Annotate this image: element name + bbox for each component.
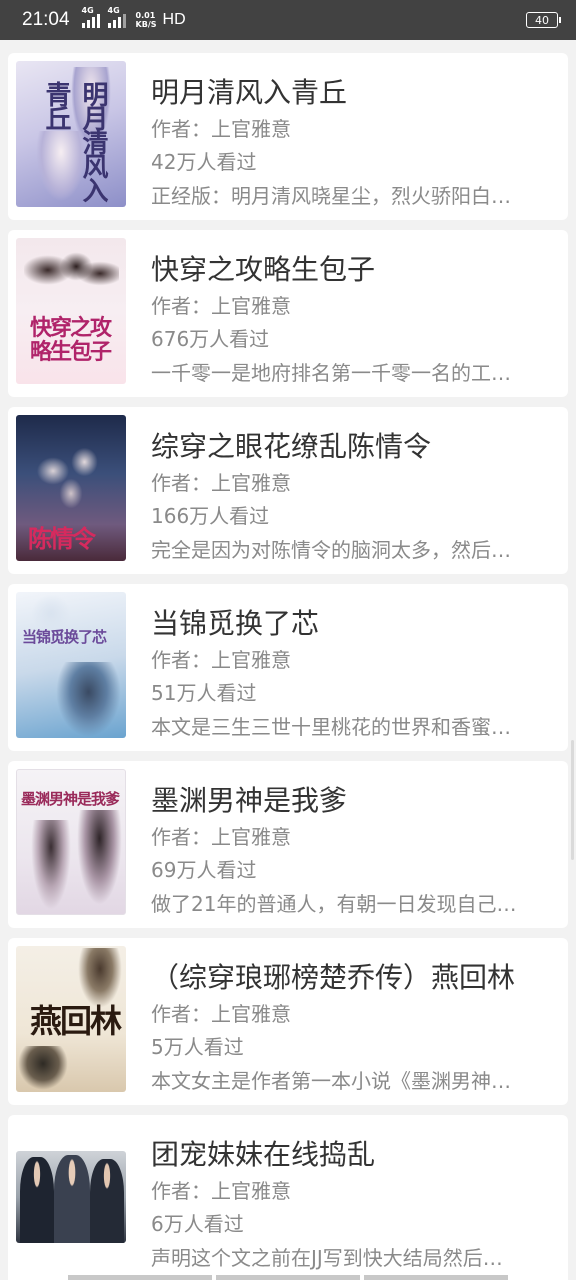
book-title: 团宠妹妹在线捣乱 <box>151 1138 376 1171</box>
book-title: 当锦觅换了芯 <box>151 607 320 640</box>
book-info: 快穿之攻略生包子 作者：上官雅意 676万人看过 一千零一是地府排名第一千零一名… <box>151 250 551 390</box>
book-description: 正经版：明月清风晓星尘，烈火骄阳白… <box>151 184 511 208</box>
battery-level: 40 <box>535 13 549 27</box>
book-card[interactable]: 明月清风入青丘 明月清风入青丘 作者：上官雅意 42万人看过 正经版：明月清风晓… <box>8 53 568 220</box>
network-type-2: 4G <box>107 6 120 15</box>
book-description: 做了21年的普通人，有朝一日发现自己… <box>151 892 517 916</box>
book-author: 作者：上官雅意 <box>151 471 291 495</box>
book-description: 完全是因为对陈情令的脑洞太多，然后… <box>151 538 511 562</box>
book-description: 一千零一是地府排名第一千零一名的工… <box>151 361 511 385</box>
book-card[interactable]: 团宠妹妹在线捣乱 作者：上官雅意 6万人看过 声明这个文之前在JJ写到快大结局然… <box>8 1115 568 1280</box>
book-views: 676万人看过 <box>151 327 270 351</box>
net-speed-unit: KB/S <box>135 20 157 29</box>
book-info: 墨渊男神是我爹 作者：上官雅意 69万人看过 做了21年的普通人，有朝一日发现自… <box>151 781 551 921</box>
book-views: 166万人看过 <box>151 504 270 528</box>
book-cover: 墨渊男神是我爹 <box>16 769 126 915</box>
book-cover: 当锦觅换了芯 <box>16 592 126 738</box>
book-info: 综穿之眼花缭乱陈情令 作者：上官雅意 166万人看过 完全是因为对陈情令的脑洞太… <box>151 427 551 567</box>
signal-2-icon: 4G <box>107 6 126 28</box>
book-card[interactable]: 陈情令 综穿之眼花缭乱陈情令 作者：上官雅意 166万人看过 完全是因为对陈情令… <box>8 407 568 574</box>
cover-title: 燕回林 <box>30 1002 122 1040</box>
book-description: 声明这个文之前在JJ写到快大结局然后… <box>151 1246 503 1270</box>
book-description: 本文是三生三世十里桃花的世界和香蜜… <box>151 715 511 739</box>
book-author: 作者：上官雅意 <box>151 294 291 318</box>
book-author: 作者：上官雅意 <box>151 1002 291 1026</box>
cover-title: 快穿之攻略生包子 <box>30 315 112 365</box>
book-title: 综穿之眼花缭乱陈情令 <box>151 430 432 463</box>
book-views: 5万人看过 <box>151 1035 244 1059</box>
book-description: 本文女主是作者第一本小说《墨渊男神… <box>151 1069 511 1093</box>
book-title: 明月清风入青丘 <box>151 76 348 109</box>
book-cover: 燕回林 <box>16 946 126 1092</box>
net-speed: 0.01 KB/S <box>136 11 157 29</box>
book-card[interactable]: 墨渊男神是我爹 墨渊男神是我爹 作者：上官雅意 69万人看过 做了21年的普通人… <box>8 761 568 928</box>
scrollbar[interactable] <box>571 740 574 860</box>
book-info: （综穿琅琊榜楚乔传）燕回林 作者：上官雅意 5万人看过 本文女主是作者第一本小说… <box>151 958 551 1098</box>
network-type-1: 4G <box>81 6 94 15</box>
book-cover: 陈情令 <box>16 415 126 561</box>
book-author: 作者：上官雅意 <box>151 825 291 849</box>
book-cover: 明月清风入青丘 <box>16 61 126 207</box>
book-cover <box>16 1151 126 1243</box>
book-card[interactable]: 燕回林 （综穿琅琊榜楚乔传）燕回林 作者：上官雅意 5万人看过 本文女主是作者第… <box>8 938 568 1105</box>
book-info: 明月清风入青丘 作者：上官雅意 42万人看过 正经版：明月清风晓星尘，烈火骄阳白… <box>151 73 551 213</box>
cover-title: 明月清风入青丘 <box>41 81 108 201</box>
battery-icon: 40 <box>526 12 561 28</box>
book-cover: 快穿之攻略生包子 <box>16 238 126 384</box>
bottom-tab-bar-edge <box>68 1275 508 1280</box>
book-info: 团宠妹妹在线捣乱 作者：上官雅意 6万人看过 声明这个文之前在JJ写到快大结局然… <box>151 1135 551 1275</box>
book-views: 42万人看过 <box>151 150 257 174</box>
net-speed-value: 0.01 <box>135 11 156 20</box>
book-card[interactable]: 快穿之攻略生包子 快穿之攻略生包子 作者：上官雅意 676万人看过 一千零一是地… <box>8 230 568 397</box>
book-author: 作者：上官雅意 <box>151 648 291 672</box>
book-title: （综穿琅琊榜楚乔传）燕回林 <box>151 961 516 994</box>
cover-title: 当锦觅换了芯 <box>22 628 107 646</box>
book-author: 作者：上官雅意 <box>151 117 291 141</box>
book-title: 快穿之攻略生包子 <box>151 253 376 286</box>
status-bar: 21:04 4G 4G 0.01 KB/S HD 40 <box>0 0 576 40</box>
signal-1-icon: 4G <box>81 6 100 28</box>
book-views: 51万人看过 <box>151 681 257 705</box>
book-title: 墨渊男神是我爹 <box>151 784 348 817</box>
hd-icon: HD <box>162 11 186 28</box>
cover-title: 墨渊男神是我爹 <box>21 790 120 808</box>
book-info: 当锦觅换了芯 作者：上官雅意 51万人看过 本文是三生三世十里桃花的世界和香蜜… <box>151 604 551 744</box>
book-views: 6万人看过 <box>151 1212 244 1236</box>
cover-title: 陈情令 <box>28 524 96 553</box>
book-card[interactable]: 当锦觅换了芯 当锦觅换了芯 作者：上官雅意 51万人看过 本文是三生三世十里桃花… <box>8 584 568 751</box>
clock: 21:04 <box>22 9 70 30</box>
book-author: 作者：上官雅意 <box>151 1179 291 1203</box>
book-views: 69万人看过 <box>151 858 257 882</box>
